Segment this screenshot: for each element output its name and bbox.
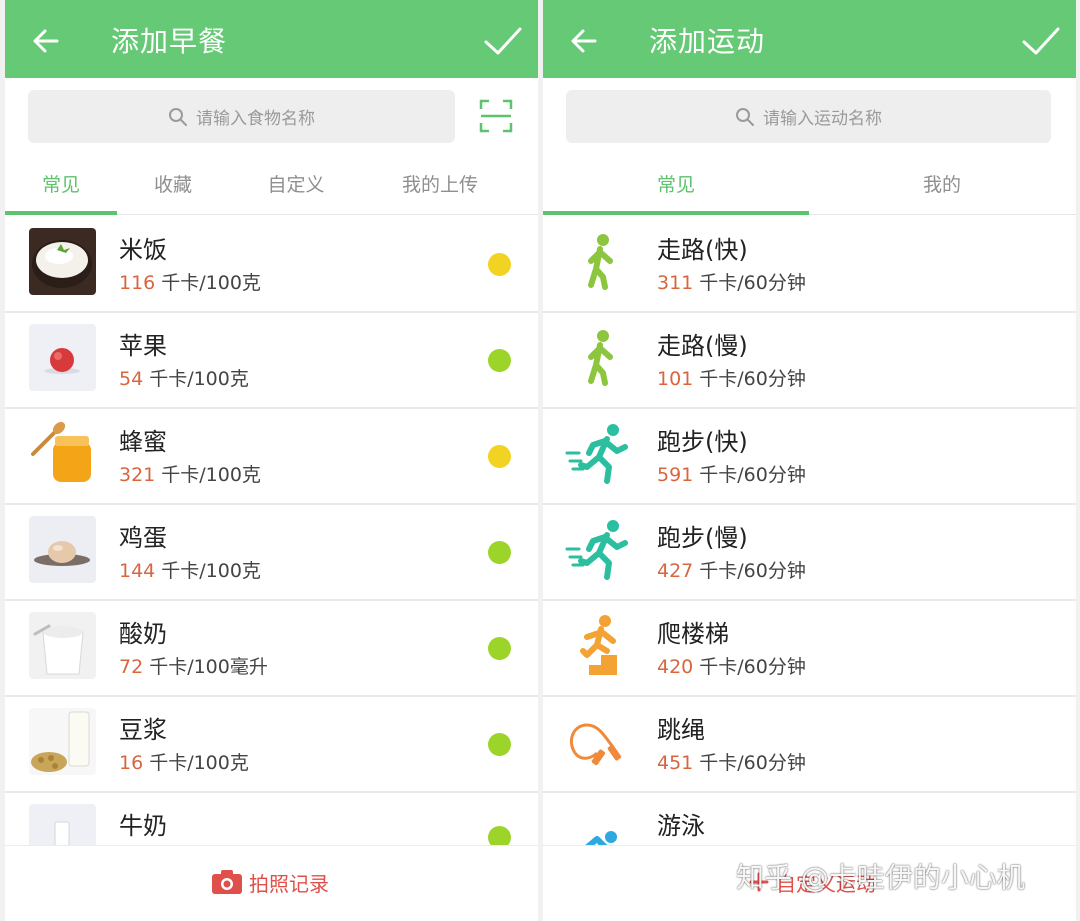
page-title: 添加运动 [649, 25, 766, 58]
confirm-check-icon[interactable] [1020, 22, 1062, 60]
exercise-calories: 591 千卡/60分钟 [657, 464, 806, 486]
food-search-input[interactable]: 请输入食物名称 [28, 90, 455, 143]
status-dot [488, 733, 511, 756]
food-calories: 72 千卡/100毫升 [119, 656, 268, 678]
egg-image [29, 516, 96, 583]
food-row-egg[interactable]: 鸡蛋 144 千卡/100克 [5, 503, 538, 601]
tab-custom[interactable]: 自定义 [229, 160, 363, 211]
food-calories: 54 千卡/100克 [119, 368, 249, 390]
exercise-calories: 420 千卡/60分钟 [657, 656, 806, 678]
exercise-calories: 427 千卡/60分钟 [657, 560, 806, 582]
tab-favorites[interactable]: 收藏 [117, 160, 229, 211]
photo-record-label: 拍照记录 [249, 871, 329, 896]
status-dot [488, 253, 511, 276]
search-icon [736, 107, 754, 126]
food-panel: 添加早餐 请输入食物名称 常见 收藏 自定义 我的上传 米饭 116 千卡/10… [5, 0, 538, 921]
photo-record-button[interactable]: 拍照记录 [211, 867, 329, 897]
walking-icon [588, 234, 613, 290]
food-name: 豆浆 [119, 716, 167, 744]
food-row-yogurt[interactable]: 酸奶 72 千卡/100毫升 [5, 599, 538, 697]
exercise-name: 游泳 [657, 812, 705, 840]
camera-icon [212, 870, 242, 894]
food-name: 苹果 [119, 332, 167, 360]
running-icon [565, 424, 628, 484]
rice-image [29, 228, 96, 295]
exercise-row-run-slow[interactable]: 跑步(慢) 427 千卡/60分钟 [543, 503, 1076, 601]
exercise-name: 走路(快) [657, 236, 748, 264]
back-arrow-icon[interactable] [27, 22, 65, 60]
exercise-calories: 101 千卡/60分钟 [657, 368, 806, 390]
food-calories: 144 千卡/100克 [119, 560, 261, 582]
exercise-row-walk-fast[interactable]: 走路(快) 311 千卡/60分钟 [543, 215, 1076, 313]
food-calories: 321 千卡/100克 [119, 464, 261, 486]
exercise-name: 走路(慢) [657, 332, 748, 360]
watermark: 知乎 @卡哇伊的小心机 [736, 861, 1025, 894]
exercise-row-stairs[interactable]: 爬楼梯 420 千卡/60分钟 [543, 599, 1076, 697]
exercise-panel: 添加运动 请输入运动名称 常见 我的 走路(快) 311 千卡/60分钟 走路(慢… [543, 0, 1076, 921]
exercise-name: 跳绳 [657, 716, 705, 744]
exercise-name: 跑步(慢) [657, 524, 748, 552]
soymilk-image [29, 708, 96, 775]
exercise-name: 跑步(快) [657, 428, 748, 456]
exercise-name: 爬楼梯 [657, 620, 729, 648]
search-placeholder: 请输入食物名称 [196, 109, 315, 129]
search-icon [169, 107, 187, 126]
exercise-row-jump-rope[interactable]: 跳绳 451 千卡/60分钟 [543, 695, 1076, 793]
page-title: 添加早餐 [111, 25, 228, 58]
stairs-icon [580, 615, 617, 675]
apple-image [29, 324, 96, 391]
yogurt-image [29, 612, 96, 679]
exercise-row-run-fast[interactable]: 跑步(快) 591 千卡/60分钟 [543, 407, 1076, 505]
food-row-rice[interactable]: 米饭 116 千卡/100克 [5, 215, 538, 313]
food-name: 蜂蜜 [119, 428, 167, 456]
food-calories: 116 千卡/100克 [119, 272, 261, 294]
exercise-row-walk-slow[interactable]: 走路(慢) 101 千卡/60分钟 [543, 311, 1076, 409]
honey-image [29, 420, 96, 487]
status-dot [488, 445, 511, 468]
exercise-tabs: 常见 我的 [543, 160, 1076, 215]
exercise-calories: 451 千卡/60分钟 [657, 752, 806, 774]
jump-rope-icon [570, 723, 622, 766]
food-tabs: 常见 收藏 自定义 我的上传 [5, 160, 538, 215]
food-name: 米饭 [119, 236, 167, 264]
tab-common[interactable]: 常见 [5, 160, 117, 211]
food-row-honey[interactable]: 蜂蜜 321 千卡/100克 [5, 407, 538, 505]
status-dot [488, 637, 511, 660]
food-header: 添加早餐 [5, 0, 538, 78]
exercise-header: 添加运动 [543, 0, 1076, 78]
food-name: 酸奶 [119, 620, 167, 648]
walking-icon [588, 330, 613, 386]
tab-my-uploads[interactable]: 我的上传 [385, 160, 495, 211]
food-calories: 16 千卡/100克 [119, 752, 249, 774]
search-placeholder: 请输入运动名称 [763, 109, 882, 129]
food-name: 鸡蛋 [119, 524, 167, 552]
running-icon [565, 520, 628, 580]
confirm-check-icon[interactable] [482, 22, 524, 60]
status-dot [488, 541, 511, 564]
back-arrow-icon[interactable] [565, 22, 603, 60]
scan-barcode-icon[interactable] [479, 99, 513, 133]
tab-mine[interactable]: 我的 [809, 160, 1075, 211]
exercise-search-input[interactable]: 请输入运动名称 [566, 90, 1051, 143]
tab-common[interactable]: 常见 [543, 160, 809, 211]
food-row-soymilk[interactable]: 豆浆 16 千卡/100克 [5, 695, 538, 793]
food-name: 牛奶 [119, 812, 167, 840]
exercise-calories: 311 千卡/60分钟 [657, 272, 806, 294]
food-row-apple[interactable]: 苹果 54 千卡/100克 [5, 311, 538, 409]
status-dot [488, 349, 511, 372]
